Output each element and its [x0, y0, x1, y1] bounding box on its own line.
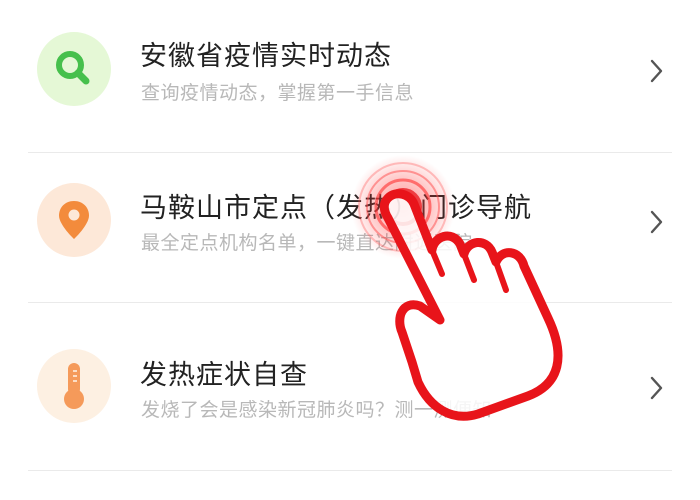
list-item-epidemic-status[interactable]: 安徽省疫情实时动态 查询疫情动态，掌握第一手信息	[0, 0, 700, 150]
item-subtitle: 发烧了会是感染新冠肺炎吗？测一测便知	[141, 399, 493, 421]
item-title: 安徽省疫情实时动态	[140, 41, 392, 72]
chevron-right-icon	[650, 59, 663, 83]
list-item-clinic-navigation[interactable]: 马鞍山市定点（发热）门诊导航 最全定点机构名单，一键直达附近医院	[0, 150, 700, 300]
thermometer-icon	[64, 363, 84, 409]
item-title: 发热症状自查	[140, 360, 308, 391]
divider	[28, 302, 672, 303]
location-icon-badge	[37, 183, 111, 257]
location-pin-icon	[59, 201, 89, 239]
search-icon	[56, 51, 90, 85]
chevron-right-icon	[650, 210, 663, 234]
search-icon-badge	[37, 32, 111, 106]
service-list: 安徽省疫情实时动态 查询疫情动态，掌握第一手信息 马鞍山市定点（发热）门诊导航 …	[0, 0, 700, 500]
thermometer-icon-badge	[37, 349, 111, 423]
list-item-fever-self-check[interactable]: 发热症状自查 发烧了会是感染新冠肺炎吗？测一测便知	[0, 313, 700, 463]
item-subtitle: 最全定点机构名单，一键直达附近医院	[141, 232, 473, 254]
divider	[28, 470, 672, 471]
chevron-right-icon	[650, 376, 663, 400]
item-title: 马鞍山市定点（发热）门诊导航	[140, 193, 532, 224]
item-subtitle: 查询疫情动态，掌握第一手信息	[141, 82, 415, 104]
